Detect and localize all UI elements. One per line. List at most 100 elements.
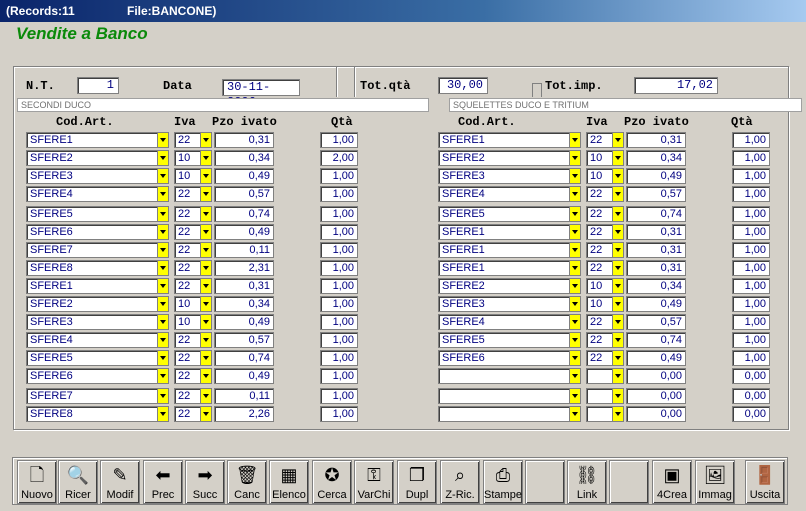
cod-art-field[interactable]: SFERE1 — [438, 132, 570, 148]
iva-dropdown-icon[interactable] — [612, 296, 624, 312]
iva-dropdown-icon[interactable] — [612, 278, 624, 294]
ricer-button[interactable]: 🔍 Ricer — [58, 460, 98, 504]
cod-art-field[interactable]: SFERE2 — [438, 278, 570, 294]
cod-dropdown-icon[interactable] — [569, 278, 581, 294]
nt-field[interactable]: 1 — [77, 77, 119, 94]
iva-field[interactable]: 22 — [586, 314, 613, 330]
cod-art-field[interactable]: SFERE1 — [438, 260, 570, 276]
date-field[interactable]: 30-11-2006 — [222, 79, 300, 109]
cod-art-field[interactable]: SFERE4 — [438, 314, 570, 330]
iva-dropdown-icon[interactable] — [612, 132, 624, 148]
cod-art-field[interactable]: SFERE5 — [438, 206, 570, 222]
qta-field[interactable]: 0,00 — [732, 368, 770, 384]
cod-art-field[interactable]: SFERE2 — [438, 150, 570, 166]
iva-dropdown-icon[interactable] — [612, 350, 624, 366]
iva-dropdown-icon[interactable] — [612, 332, 624, 348]
cod-dropdown-icon[interactable] — [569, 206, 581, 222]
qta-field[interactable]: 1,00 — [732, 150, 770, 166]
iva-field[interactable]: 22 — [586, 350, 613, 366]
pzo-ivato-field[interactable]: 0,49 — [626, 296, 686, 312]
cod-dropdown-icon[interactable] — [569, 296, 581, 312]
cod-dropdown-icon[interactable] — [569, 224, 581, 240]
cod-art-field[interactable]: SFERE3 — [438, 296, 570, 312]
pzo-ivato-field[interactable]: 0,31 — [626, 224, 686, 240]
iva-dropdown-icon[interactable] — [612, 168, 624, 184]
elenco-button[interactable]: ▦ Elenco — [269, 460, 309, 504]
iva-field[interactable]: 22 — [586, 242, 613, 258]
qta-field[interactable]: 1,00 — [732, 296, 770, 312]
iva-field[interactable]: 22 — [586, 186, 613, 202]
cod-dropdown-icon[interactable] — [569, 368, 581, 384]
qta-field[interactable]: 1,00 — [732, 332, 770, 348]
pzo-ivato-field[interactable]: 0,49 — [626, 350, 686, 366]
cod-art-field[interactable] — [438, 388, 570, 404]
immag-button[interactable]: 🖼 Immag — [695, 460, 735, 504]
pzo-ivato-field[interactable]: 0,57 — [626, 186, 686, 202]
cod-art-field[interactable]: SFERE5 — [438, 332, 570, 348]
blank1-button[interactable] — [525, 460, 565, 504]
iva-field[interactable]: 22 — [586, 206, 613, 222]
iva-field[interactable]: 22 — [586, 332, 613, 348]
cod-dropdown-icon[interactable] — [569, 406, 581, 422]
blank2-button[interactable] — [609, 460, 649, 504]
pzo-ivato-field[interactable]: 0,31 — [626, 260, 686, 276]
iva-field[interactable]: 22 — [586, 224, 613, 240]
pzo-ivato-field[interactable]: 0,34 — [626, 278, 686, 294]
qta-field[interactable]: 1,00 — [732, 242, 770, 258]
pzo-ivato-field[interactable]: 0,57 — [626, 314, 686, 330]
qta-field[interactable]: 1,00 — [732, 350, 770, 366]
qta-field[interactable]: 0,00 — [732, 406, 770, 422]
cod-art-field[interactable]: SFERE3 — [438, 168, 570, 184]
cod-dropdown-icon[interactable] — [569, 168, 581, 184]
cerca-button[interactable]: ✪ Cerca — [312, 460, 352, 504]
iva-dropdown-icon[interactable] — [612, 388, 624, 404]
cod-art-field[interactable] — [438, 368, 570, 384]
cod-dropdown-icon[interactable] — [569, 132, 581, 148]
link-button[interactable]: ⛓ Link — [567, 460, 607, 504]
iva-field[interactable] — [586, 388, 613, 404]
dupl-button[interactable]: ❐ Dupl — [397, 460, 437, 504]
iva-dropdown-icon[interactable] — [612, 206, 624, 222]
qta-field[interactable]: 1,00 — [732, 260, 770, 276]
iva-field[interactable]: 10 — [586, 296, 613, 312]
cod-art-field[interactable]: SFERE1 — [438, 242, 570, 258]
iva-dropdown-icon[interactable] — [612, 150, 624, 166]
iva-field[interactable]: 10 — [586, 168, 613, 184]
qta-field[interactable]: 1,00 — [732, 224, 770, 240]
pzo-ivato-field[interactable]: 0,00 — [626, 406, 686, 422]
pzo-ivato-field[interactable]: 0,31 — [626, 242, 686, 258]
iva-field[interactable] — [586, 368, 613, 384]
iva-dropdown-icon[interactable] — [612, 242, 624, 258]
cod-dropdown-icon[interactable] — [569, 260, 581, 276]
qta-field[interactable]: 1,00 — [732, 314, 770, 330]
cod-art-field[interactable]: SFERE6 — [438, 350, 570, 366]
zric-button[interactable]: ⌕ Z-Ric. — [440, 460, 480, 504]
stampe-button[interactable]: ⎙ Stampe — [483, 460, 523, 504]
iva-field[interactable]: 10 — [586, 150, 613, 166]
qta-field[interactable]: 1,00 — [732, 206, 770, 222]
iva-dropdown-icon[interactable] — [612, 186, 624, 202]
pzo-ivato-field[interactable]: 0,74 — [626, 332, 686, 348]
iva-field[interactable]: 10 — [586, 278, 613, 294]
cod-dropdown-icon[interactable] — [569, 314, 581, 330]
modif-button[interactable]: ✎ Modif — [100, 460, 140, 504]
iva-field[interactable] — [586, 406, 613, 422]
nuovo-button[interactable]: 🗋 Nuovo — [17, 460, 57, 504]
cod-art-field[interactable]: SFERE4 — [438, 186, 570, 202]
succ-button[interactable]: ➡ Succ — [185, 460, 225, 504]
iva-field[interactable]: 22 — [586, 132, 613, 148]
cod-dropdown-icon[interactable] — [569, 388, 581, 404]
pzo-ivato-field[interactable]: 0,00 — [626, 368, 686, 384]
uscita-button[interactable]: 🚪 Uscita — [745, 460, 785, 504]
totqta-field[interactable]: 30,00 — [438, 77, 488, 94]
qta-field[interactable]: 1,00 — [732, 132, 770, 148]
iva-field[interactable]: 22 — [586, 260, 613, 276]
4crea-button[interactable]: ▣ 4Crea — [652, 460, 692, 504]
pzo-ivato-field[interactable]: 0,00 — [626, 388, 686, 404]
cod-dropdown-icon[interactable] — [569, 350, 581, 366]
qta-field[interactable]: 1,00 — [732, 278, 770, 294]
pzo-ivato-field[interactable]: 0,49 — [626, 168, 686, 184]
totimp-field[interactable]: 17,02 — [634, 77, 718, 94]
qta-field[interactable]: 0,00 — [732, 388, 770, 404]
pzo-ivato-field[interactable]: 0,74 — [626, 206, 686, 222]
